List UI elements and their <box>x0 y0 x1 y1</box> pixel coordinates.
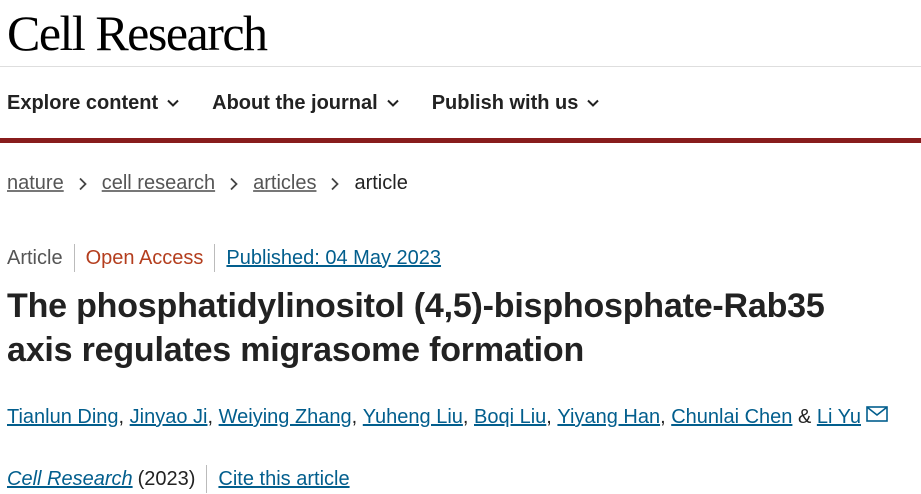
article-title-line-1: The phosphatidylinositol (4,5)-bisphosph… <box>7 287 825 325</box>
author-link[interactable]: Yiyang Han <box>557 406 660 429</box>
breadcrumb-current: article <box>354 172 408 194</box>
author-link[interactable]: Boqi Liu <box>474 406 546 429</box>
cite-this-article-link[interactable]: Cite this article <box>218 468 349 491</box>
author-link[interactable]: Jinyao Ji <box>130 406 208 429</box>
chevron-right-icon <box>79 177 87 190</box>
author-link[interactable]: Tianlun Ding <box>7 406 119 429</box>
header-divider <box>0 66 921 67</box>
chevron-down-icon <box>587 99 600 107</box>
author-separator: , <box>546 406 558 428</box>
chevron-right-icon <box>331 177 340 190</box>
open-access-label: Open Access <box>85 246 204 269</box>
nav-item-label: Publish with us <box>431 91 579 114</box>
meta-divider <box>73 244 75 272</box>
author-separator: , <box>207 406 219 428</box>
chevron-right-icon <box>230 177 238 190</box>
author-link[interactable]: Chunlai Chen <box>671 406 792 429</box>
chevron-down-icon <box>167 99 179 107</box>
author-separator: , <box>660 406 672 428</box>
author-separator: , <box>462 406 475 428</box>
article-title-line-2: axis regulates migrasome formation <box>7 331 585 369</box>
citation-line: Cell Research (2023) Cite this article <box>7 465 350 493</box>
nav-publish-with-us[interactable]: Publish with us <box>432 86 600 120</box>
main-nav: Explore content About the journal Publis… <box>7 86 632 120</box>
article-meta: Article Open Access Published: 04 May 20… <box>7 244 441 272</box>
journal-logo[interactable]: Cell Research <box>7 2 268 64</box>
brand-color-bar <box>0 138 921 143</box>
published-date-link[interactable]: Published: 04 May 2023 <box>226 247 441 270</box>
meta-divider <box>214 244 216 272</box>
publication-year: (2023) <box>137 467 196 490</box>
nav-about-the-journal[interactable]: About the journal <box>212 86 399 120</box>
author-link[interactable]: Li Yu <box>817 406 861 429</box>
nav-item-label: About the journal <box>212 91 378 114</box>
breadcrumb-link-nature[interactable]: nature <box>7 172 64 195</box>
author-list: Tianlun Ding, Jinyao Ji, Weiying Zhang, … <box>7 405 888 429</box>
chevron-down-icon <box>386 99 399 107</box>
author-separator: , <box>118 406 130 428</box>
author-link[interactable]: Weiying Zhang <box>219 406 352 429</box>
citation-divider <box>206 465 208 493</box>
article-type: Article <box>7 246 63 269</box>
author-separator: , <box>351 406 363 428</box>
author-last-separator: & <box>792 406 817 428</box>
breadcrumb-link-articles[interactable]: articles <box>253 172 316 195</box>
nav-item-label: Explore content <box>7 91 159 114</box>
nav-explore-content[interactable]: Explore content <box>7 86 179 120</box>
article-title: The phosphatidylinositol (4,5)-bisphosph… <box>7 284 921 372</box>
journal-link[interactable]: Cell Research <box>7 468 133 491</box>
author-link[interactable]: Yuheng Liu <box>363 406 463 429</box>
breadcrumb-link-cell-research[interactable]: cell research <box>102 172 215 195</box>
breadcrumb: nature cell research articles article <box>7 172 408 195</box>
envelope-icon[interactable] <box>866 405 888 422</box>
